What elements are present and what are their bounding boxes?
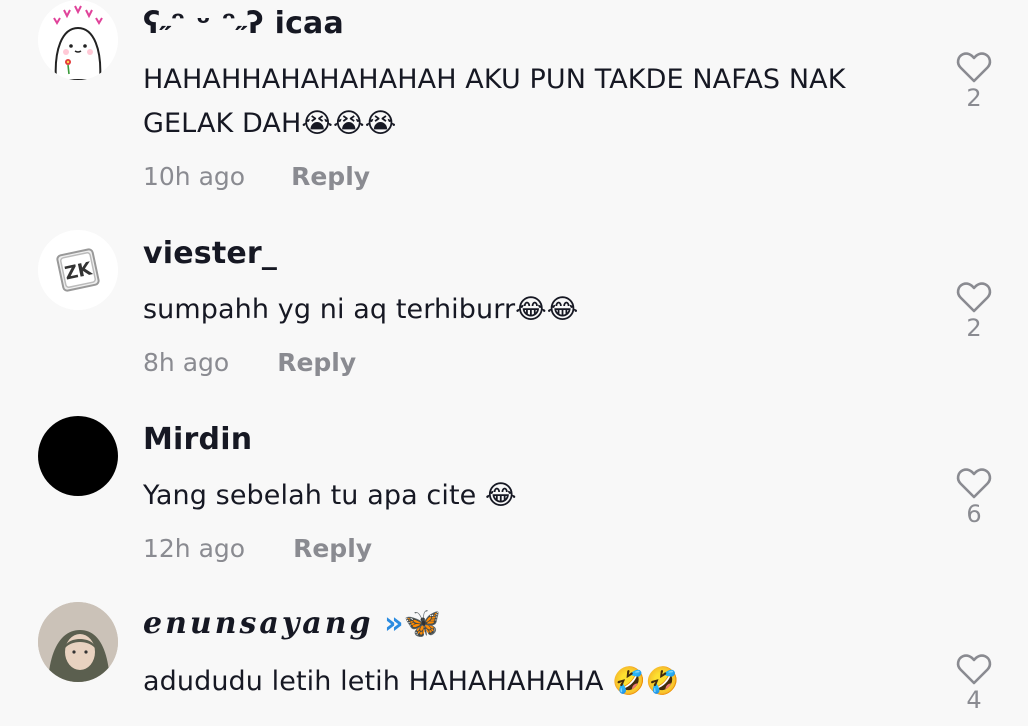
like-count: 2 bbox=[966, 314, 982, 342]
avatar[interactable] bbox=[38, 416, 118, 496]
comment-time: 8h ago bbox=[143, 348, 230, 377]
photo-avatar-icon bbox=[38, 602, 118, 682]
like-button[interactable]: 2 bbox=[952, 280, 996, 342]
reply-button[interactable]: Reply bbox=[277, 348, 356, 377]
comment-username[interactable]: enunsayang »🦋 bbox=[143, 606, 441, 641]
reply-button[interactable]: Reply bbox=[293, 534, 372, 563]
like-button[interactable]: 4 bbox=[952, 652, 996, 714]
comment-meta: 12h ago Reply bbox=[143, 534, 372, 563]
comment-text: sumpahh yg ni aq terhiburr😂😂 bbox=[143, 294, 579, 325]
comment-time: 10h ago bbox=[143, 162, 246, 191]
comment-meta: 8h ago Reply bbox=[143, 348, 356, 377]
comment-username[interactable]: viester_ bbox=[143, 236, 277, 271]
comment-text: adududu letih letih HAHAHAHAHA 🤣🤣 bbox=[143, 666, 680, 697]
like-count: 6 bbox=[966, 500, 982, 528]
comment-username[interactable]: Mirdin bbox=[143, 422, 252, 457]
heart-outline-icon[interactable] bbox=[956, 50, 992, 84]
avatar[interactable]: ZK bbox=[38, 230, 118, 310]
comment-time: 12h ago bbox=[143, 534, 246, 563]
comment-text: Yang sebelah tu apa cite 😂 bbox=[143, 480, 517, 511]
like-button[interactable]: 6 bbox=[952, 466, 996, 528]
reply-button[interactable]: Reply bbox=[291, 162, 370, 191]
like-button[interactable]: 2 bbox=[952, 50, 996, 112]
username-suffix: »🦋 bbox=[384, 606, 442, 641]
comment-username[interactable]: ʕ˶ᵔ ᵕ ᵔ˶ʔ icaa bbox=[143, 6, 344, 41]
avatar[interactable] bbox=[38, 602, 118, 682]
fancy-username[interactable]: enunsayang bbox=[143, 606, 374, 641]
heart-outline-icon[interactable] bbox=[956, 466, 992, 500]
heart-outline-icon[interactable] bbox=[956, 652, 992, 686]
like-count: 2 bbox=[966, 84, 982, 112]
comment-text: HAHAHHAHAHAHAHAH AKU PUN TAKDE NAFAS NAK… bbox=[143, 64, 846, 139]
like-count: 4 bbox=[966, 686, 982, 714]
cartoon-avatar-icon bbox=[38, 0, 118, 80]
heart-outline-icon[interactable] bbox=[956, 280, 992, 314]
zk-logo-avatar-icon: ZK bbox=[38, 230, 118, 310]
avatar[interactable] bbox=[38, 0, 118, 80]
comment-meta: 10h ago Reply bbox=[143, 162, 370, 191]
